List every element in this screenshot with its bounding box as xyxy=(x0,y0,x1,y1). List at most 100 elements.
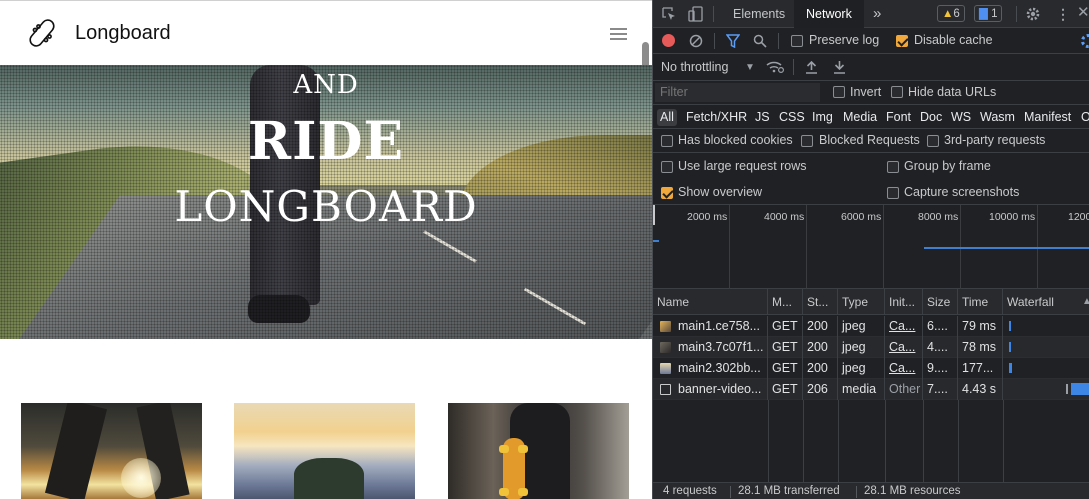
column-header-waterfall[interactable]: Waterfall xyxy=(1003,289,1089,315)
hamburger-menu-icon[interactable] xyxy=(610,28,627,41)
record-icon[interactable] xyxy=(662,34,675,47)
third-party-requests-label[interactable]: 3rd-party requests xyxy=(944,133,1045,147)
type-filter-img[interactable]: Img xyxy=(812,109,833,126)
request-size: 4.... xyxy=(923,337,958,358)
export-har-download-icon[interactable] xyxy=(833,60,846,74)
network-settings-gear-icon[interactable] xyxy=(1081,34,1089,48)
type-filter-js[interactable]: JS xyxy=(755,109,770,126)
large-request-rows-checkbox[interactable] xyxy=(661,161,673,173)
has-blocked-cookies-label[interactable]: Has blocked cookies xyxy=(678,133,793,147)
column-header-method[interactable]: M... xyxy=(768,289,803,315)
chevron-down-icon[interactable]: ▼ xyxy=(745,61,755,75)
column-header-size[interactable]: Size xyxy=(923,289,958,315)
column-header-type[interactable]: Type xyxy=(838,289,885,315)
devtools-tabbar: Elements Network » ▲6 ▇ 1 ⋮ ✕ xyxy=(653,0,1089,28)
hero-banner: AND RIDE LONGBOARD xyxy=(0,65,652,339)
settings-gear-icon[interactable] xyxy=(1025,6,1041,22)
type-filter-doc[interactable]: Doc xyxy=(920,109,942,126)
has-blocked-cookies-checkbox[interactable] xyxy=(661,135,673,147)
search-icon[interactable] xyxy=(753,34,767,48)
group-by-frame-checkbox[interactable] xyxy=(887,161,899,173)
invert-label[interactable]: Invert xyxy=(850,85,881,99)
hide-data-urls-label[interactable]: Hide data URLs xyxy=(908,85,996,99)
column-header-name[interactable]: Name xyxy=(653,289,768,315)
request-status: 200 xyxy=(803,358,838,379)
skateboard-logo-icon[interactable] xyxy=(25,16,59,50)
request-name[interactable]: banner-video... xyxy=(674,379,768,400)
throttling-select[interactable]: No throttling xyxy=(661,60,728,74)
group-by-frame-label[interactable]: Group by frame xyxy=(904,159,991,173)
device-toolbar-icon[interactable] xyxy=(688,6,703,22)
tab-elements[interactable]: Elements xyxy=(721,0,797,28)
request-name[interactable]: main3.7c07f1... xyxy=(674,337,768,358)
overview-tick-label: 6000 ms xyxy=(841,211,882,223)
site-brand-name[interactable]: Longboard xyxy=(75,22,171,45)
type-filter-fetch-xhr[interactable]: Fetch/XHR xyxy=(686,109,747,126)
blocked-requests-label[interactable]: Blocked Requests xyxy=(819,133,920,147)
tab-network[interactable]: Network xyxy=(794,0,864,28)
messages-badge[interactable]: ▇ 1 xyxy=(974,5,1003,22)
filter-input[interactable] xyxy=(655,83,820,102)
network-toolbar: Preserve log Disable cache xyxy=(653,28,1089,54)
request-time: 78 ms xyxy=(958,337,1003,358)
request-type: jpeg xyxy=(838,337,885,358)
column-header-time[interactable]: Time xyxy=(958,289,1003,315)
overview-media-bar xyxy=(924,247,1089,249)
warnings-badge[interactable]: ▲6 xyxy=(937,5,965,22)
request-name[interactable]: main1.ce758... xyxy=(674,316,768,337)
overview-tick-label: 2000 ms xyxy=(687,211,728,223)
type-filter-all[interactable]: All xyxy=(657,109,677,126)
table-row[interactable]: main2.302bb... GET 200 jpeg Ca... 9.... … xyxy=(653,358,1089,379)
type-filter-css[interactable]: CSS xyxy=(779,109,805,126)
inspect-element-icon[interactable] xyxy=(662,7,677,22)
invert-checkbox[interactable] xyxy=(833,86,845,98)
network-conditions-wifi-icon[interactable] xyxy=(766,60,784,74)
import-har-upload-icon[interactable] xyxy=(805,60,818,74)
column-header-initiator[interactable]: Init... xyxy=(885,289,923,315)
show-overview-label[interactable]: Show overview xyxy=(678,185,762,199)
show-overview-checkbox[interactable] xyxy=(661,187,673,199)
disable-cache-checkbox[interactable] xyxy=(896,35,908,47)
blocked-requests-checkbox[interactable] xyxy=(801,135,813,147)
transferred-size: 28.1 MB transferred xyxy=(738,485,840,497)
devtools-panel: Elements Network » ▲6 ▇ 1 ⋮ ✕ Preserve l… xyxy=(652,0,1089,499)
capture-screenshots-label[interactable]: Capture screenshots xyxy=(904,185,1019,199)
kebab-menu-icon[interactable]: ⋮ xyxy=(1056,7,1070,21)
capture-screenshots-checkbox[interactable] xyxy=(887,187,899,199)
column-header-status[interactable]: St... xyxy=(803,289,838,315)
gallery-image-2[interactable] xyxy=(234,403,415,499)
type-filter-font[interactable]: Font xyxy=(886,109,911,126)
request-initiator-link[interactable]: Ca... xyxy=(885,337,923,358)
request-status: 200 xyxy=(803,337,838,358)
large-request-rows-label[interactable]: Use large request rows xyxy=(678,159,807,173)
gallery-image-3[interactable] xyxy=(448,403,629,499)
third-party-requests-checkbox[interactable] xyxy=(927,135,939,147)
preserve-log-checkbox[interactable] xyxy=(791,35,803,47)
network-settings-options: Use large request rows Group by frame Sh… xyxy=(653,153,1089,205)
type-filter-media[interactable]: Media xyxy=(843,109,877,126)
type-filter-manifest[interactable]: Manifest xyxy=(1024,109,1071,126)
preserve-log-label[interactable]: Preserve log xyxy=(809,33,879,47)
request-initiator-link[interactable]: Ca... xyxy=(885,316,923,337)
request-initiator-link[interactable]: Ca... xyxy=(885,358,923,379)
more-tabs-icon[interactable]: » xyxy=(861,0,893,28)
type-filter-ws[interactable]: WS xyxy=(951,109,971,126)
request-type: media xyxy=(838,379,885,400)
table-row[interactable]: banner-video... GET 206 media Other 7...… xyxy=(653,379,1089,400)
request-type: jpeg xyxy=(838,358,885,379)
table-row[interactable]: main3.7c07f1... GET 200 jpeg Ca... 4....… xyxy=(653,337,1089,358)
request-name[interactable]: main2.302bb... xyxy=(674,358,768,379)
waterfall-bar xyxy=(1009,363,1012,373)
message-icon: ▇ xyxy=(979,8,988,20)
type-filter-wasm[interactable]: Wasm xyxy=(980,109,1015,126)
gallery-image-1[interactable] xyxy=(21,403,202,499)
disable-cache-label[interactable]: Disable cache xyxy=(914,33,993,47)
type-filter-other[interactable]: O xyxy=(1081,109,1089,126)
clear-icon[interactable] xyxy=(689,34,703,48)
filter-funnel-icon[interactable] xyxy=(726,34,740,48)
network-overview-timeline[interactable]: 2000 ms 4000 ms 6000 ms 8000 ms 10000 ms… xyxy=(653,205,1089,289)
table-row[interactable]: main1.ce758... GET 200 jpeg Ca... 6.... … xyxy=(653,316,1089,337)
hide-data-urls-checkbox[interactable] xyxy=(891,86,903,98)
sort-ascending-icon[interactable]: ▲ xyxy=(1082,295,1089,309)
close-devtools-icon[interactable]: ✕ xyxy=(1077,5,1089,20)
